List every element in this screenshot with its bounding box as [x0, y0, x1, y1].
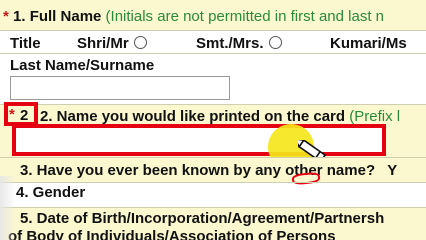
section-5-line2: of Body of Individuals/Association of Pe… [8, 228, 336, 240]
required-star-2: * [9, 106, 15, 123]
section-1-header: * 1. Full Name (Initials are not permitt… [0, 0, 426, 30]
section-3-trailing: Y [387, 162, 398, 179]
radio-mr[interactable] [133, 36, 147, 49]
last-name-input[interactable] [10, 76, 230, 100]
required-star: * [3, 8, 9, 25]
section-3-header: 3. Have you ever been known by any other… [0, 158, 426, 182]
radio-mrs[interactable] [268, 36, 282, 49]
section-3-title: 3. Have you ever been known by any other… [20, 162, 376, 179]
title-label: Title [10, 35, 41, 52]
section-4-title: 4. Gender [16, 184, 86, 201]
section-5-header: 5. Date of Birth/Incorporation/Agreement… [0, 208, 426, 240]
last-name-row: Last Name/Surname [0, 54, 426, 104]
title-row: Title Shri/Mr Smt./Mrs. Kumari/Ms [0, 31, 426, 53]
section-2-title: 2. Name you would like printed on the ca… [40, 108, 346, 125]
section-4-row: 4. Gender [0, 183, 426, 207]
title-option-mrs[interactable]: Smt./Mrs. [196, 35, 282, 53]
section-2-note: (Prefix l [349, 108, 401, 125]
section-1-title: 1. Full Name [13, 8, 102, 25]
last-name-label: Last Name/Surname [10, 57, 155, 74]
title-option-mr[interactable]: Shri/Mr [77, 35, 147, 53]
title-option-ms[interactable]: Kumari/Ms [330, 35, 407, 53]
section-5-line1: 5. Date of Birth/Incorporation/Agreement… [20, 210, 385, 227]
video-blur-edge [0, 176, 16, 240]
section-1-note: (Initials are not permitted in first and… [105, 8, 385, 25]
